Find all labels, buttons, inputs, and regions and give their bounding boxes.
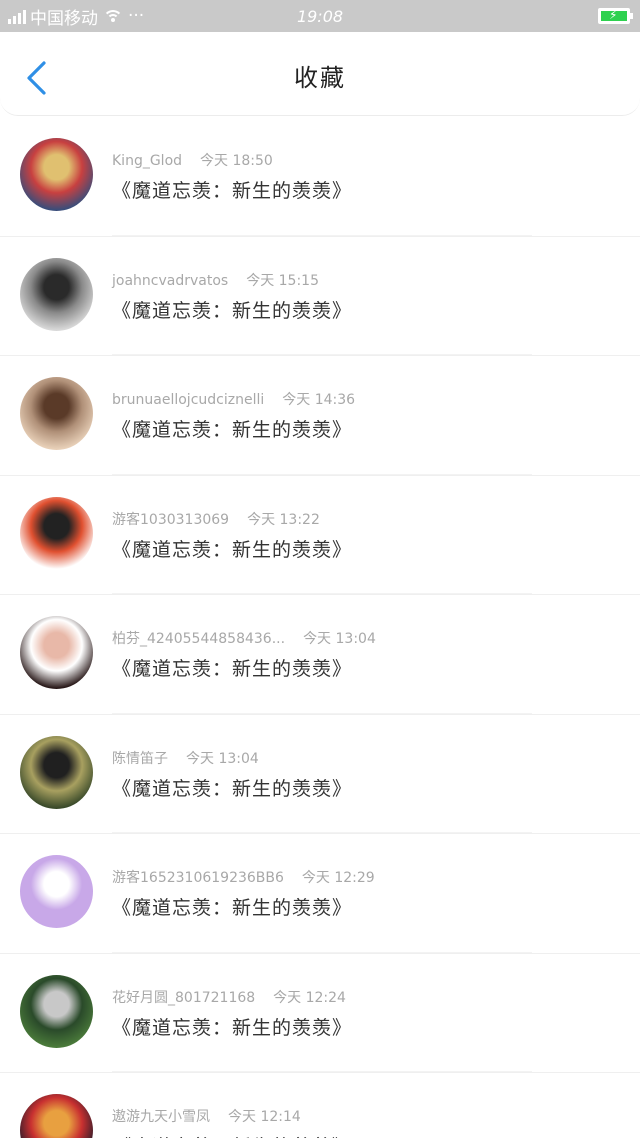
list-item[interactable]: 柏芬_42405544858436... 今天 13:04 《魔道忘羡：新生的羡羡》 <box>0 594 640 714</box>
wifi-icon <box>102 8 124 24</box>
comic-title[interactable]: 《魔道忘羡：新生的羡羡》 <box>112 1132 352 1138</box>
avatar[interactable] <box>20 377 93 450</box>
username[interactable]: 游客1030313069 <box>112 512 229 528</box>
username[interactable]: 游客1652310619236BB6 <box>112 870 284 886</box>
timestamp: 今天 18:50 <box>200 153 273 169</box>
list-item[interactable]: King_Glod 今天 18:50 《魔道忘羡：新生的羡羡》 <box>0 116 640 236</box>
item-meta: joahncvadrvatos 今天 15:15 <box>112 270 319 290</box>
timestamp: 今天 13:22 <box>247 511 320 528</box>
status-bar: 中国移动 ··· 19:08 ⚡ <box>0 0 640 32</box>
avatar[interactable] <box>20 257 93 331</box>
item-meta: 花好月圆_801721168 今天 12:24 <box>112 987 346 1007</box>
item-meta: 遨游九天小雪凤 今天 12:14 <box>112 1106 301 1126</box>
avatar[interactable] <box>20 855 93 928</box>
username[interactable]: 柏芬_42405544858436... <box>112 631 285 647</box>
status-left: 中国移动 ··· <box>8 4 228 29</box>
list-item[interactable]: 花好月圆_801721168 今天 12:24 《魔道忘羡：新生的羡羡》 <box>0 952 640 1072</box>
comic-title[interactable]: 《魔道忘羡：新生的羡羡》 <box>112 176 352 203</box>
item-meta: brunuaellojcudciznelli 今天 14:36 <box>112 389 355 409</box>
comic-title[interactable]: 《魔道忘羡：新生的羡羡》 <box>112 415 352 442</box>
page-title: 收藏 <box>294 64 346 92</box>
comic-title[interactable]: 《魔道忘羡：新生的羡羡》 <box>112 654 352 681</box>
comic-title[interactable]: 《魔道忘羡：新生的羡羡》 <box>112 535 352 562</box>
timestamp: 今天 12:24 <box>273 989 346 1006</box>
list-item[interactable]: 陈情笛子 今天 13:04 《魔道忘羡：新生的羡羡》 <box>0 713 640 833</box>
avatar[interactable] <box>20 974 93 1048</box>
list-item[interactable]: 游客1030313069 今天 13:22 《魔道忘羡：新生的羡羡》 <box>0 474 640 594</box>
list-item[interactable]: 遨游九天小雪凤 今天 12:14 《魔道忘羡：新生的羡羡》 <box>0 1072 640 1138</box>
avatar[interactable] <box>20 138 93 211</box>
item-meta: 游客1652310619236BB6 今天 12:29 <box>112 867 375 887</box>
timestamp: 今天 14:36 <box>282 392 356 408</box>
comic-title[interactable]: 《魔道忘羡：新生的羡羡》 <box>112 893 352 920</box>
username[interactable]: brunuaellojcudciznelli <box>112 392 264 408</box>
item-meta: 陈情笛子 今天 13:04 <box>112 748 259 768</box>
nav-header: 收藏 <box>0 32 640 116</box>
avatar[interactable] <box>20 1094 93 1138</box>
timestamp: 今天 15:15 <box>246 272 319 289</box>
list-item[interactable]: 游客1652310619236BB6 今天 12:29 《魔道忘羡：新生的羡羡》 <box>0 833 640 953</box>
timestamp: 今天 13:04 <box>303 631 376 647</box>
timestamp: 今天 12:29 <box>301 870 375 886</box>
username[interactable]: 遨游九天小雪凤 <box>112 1109 210 1125</box>
username[interactable]: 陈情笛子 <box>112 751 168 767</box>
item-meta: King_Glod 今天 18:50 <box>112 150 273 170</box>
avatar[interactable] <box>20 496 93 570</box>
comic-title[interactable]: 《魔道忘羡：新生的羡羡》 <box>112 1013 352 1040</box>
comic-title[interactable]: 《魔道忘羡：新生的羡羡》 <box>112 296 352 323</box>
avatar[interactable] <box>20 616 93 689</box>
list-item[interactable]: joahncvadrvatos 今天 15:15 《魔道忘羡：新生的羡羡》 <box>0 235 640 355</box>
list-item[interactable]: brunuaellojcudciznelli 今天 14:36 《魔道忘羡：新生的羡… <box>0 355 640 475</box>
battery-icon: ⚡ <box>598 8 633 24</box>
username[interactable]: 花好月圆_801721168 <box>112 990 255 1006</box>
timestamp: 今天 13:04 <box>186 750 259 767</box>
item-meta: 游客1030313069 今天 13:22 <box>112 509 320 529</box>
username[interactable]: joahncvadrvatos <box>112 273 228 289</box>
carrier-label: 中国移动 <box>30 8 98 29</box>
comic-title[interactable]: 《魔道忘羡：新生的羡羡》 <box>112 774 352 801</box>
more-indicator: ··· <box>128 6 145 26</box>
signal-icon <box>8 8 26 24</box>
avatar[interactable] <box>20 735 93 809</box>
timestamp: 今天 12:14 <box>228 1109 301 1125</box>
username[interactable]: King_Glod <box>112 153 182 169</box>
item-meta: 柏芬_42405544858436... 今天 13:04 <box>112 628 376 648</box>
favorites-list: King_Glod 今天 18:50 《魔道忘羡：新生的羡羡》 joahncvadrv… <box>0 116 640 1138</box>
